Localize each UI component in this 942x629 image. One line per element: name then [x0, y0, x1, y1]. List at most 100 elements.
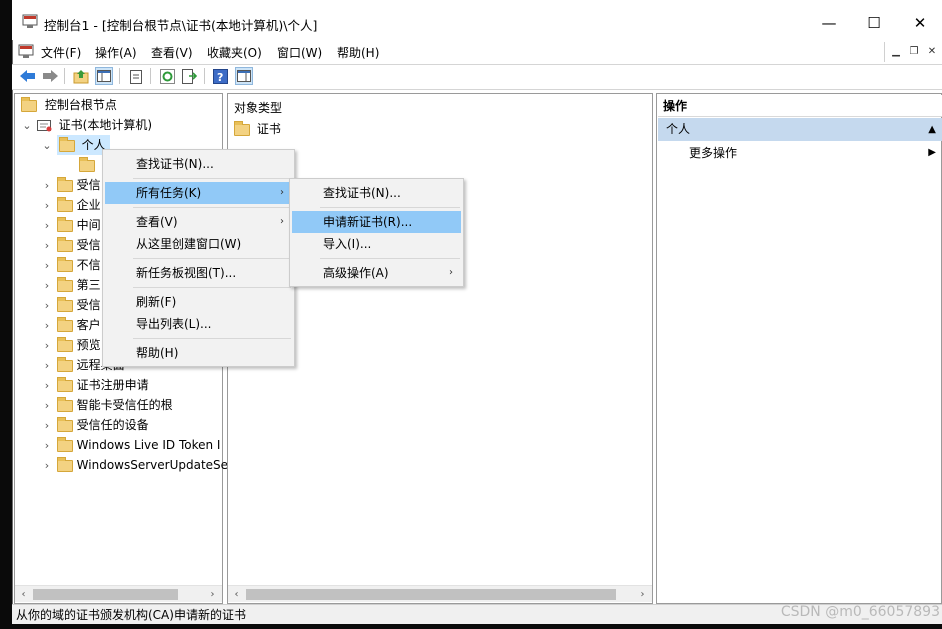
submenu-arrow-icon: › [280, 216, 284, 227]
folder-icon [56, 196, 73, 212]
menu-separator [133, 258, 291, 259]
action-section-personal[interactable]: 个人 ▲ [658, 118, 942, 141]
ctx-all-tasks[interactable]: 所有任务(K) › [105, 182, 292, 204]
chevron-right-icon[interactable]: › [41, 356, 53, 376]
sub-request-new-certificate[interactable]: 申请新证书(R)... [292, 211, 461, 233]
chevron-right-icon[interactable]: › [41, 456, 53, 476]
menu-divider [884, 42, 885, 62]
folder-icon [56, 396, 73, 412]
tree-item[interactable]: › 证书注册申请 [41, 375, 228, 395]
desktop-edge-bottom [0, 624, 942, 629]
menu-separator [320, 207, 460, 208]
ctx-refresh[interactable]: 刷新(F) [105, 291, 292, 313]
chevron-right-icon[interactable]: › [41, 196, 53, 216]
help-icon[interactable]: ? [211, 67, 229, 85]
tree-scrollbar[interactable]: ‹ › [15, 585, 222, 602]
chevron-down-icon[interactable]: ⌄ [41, 136, 53, 156]
export-list-icon[interactable] [180, 67, 198, 85]
back-arrow-icon[interactable] [19, 67, 37, 85]
ctx-new-window[interactable]: 从这里创建窗口(W) [105, 233, 292, 255]
chevron-right-icon[interactable]: › [41, 416, 53, 436]
certificate-store-icon [36, 119, 52, 131]
sub-import[interactable]: 导入(I)... [292, 233, 461, 255]
scroll-right-icon[interactable]: › [634, 586, 651, 603]
folder-icon [56, 456, 73, 472]
column-header[interactable]: 对象类型 [234, 99, 282, 116]
scrollbar-thumb[interactable] [33, 589, 178, 600]
clipboard-icon[interactable] [127, 67, 145, 85]
tree-cert-store[interactable]: ⌄ 证书(本地计算机) [21, 115, 152, 135]
chevron-right-icon[interactable]: › [41, 256, 53, 276]
show-action-pane-icon[interactable] [235, 67, 253, 85]
mmc-app-icon [22, 14, 38, 28]
list-item[interactable]: 证书 [234, 119, 281, 139]
tree-item-personal[interactable]: ⌄ 个人 [41, 135, 110, 155]
chevron-right-icon[interactable]: › [41, 296, 53, 316]
menu-window[interactable]: 窗口(W) [277, 44, 322, 61]
ctx-view[interactable]: 查看(V) › [105, 211, 292, 233]
menu-file[interactable]: 文件(F) [41, 44, 81, 61]
scroll-right-icon[interactable]: › [204, 586, 221, 603]
menu-favorites[interactable]: 收藏夹(O) [207, 44, 262, 61]
all-tasks-submenu: 查找证书(N)... 申请新证书(R)... 导入(I)... 高级操作(A) … [289, 178, 464, 287]
chevron-right-icon[interactable]: › [41, 276, 53, 296]
folder-icon [56, 216, 73, 232]
ctx-export-list[interactable]: 导出列表(L)... [105, 313, 292, 335]
menu-view[interactable]: 查看(V) [151, 44, 193, 61]
chevron-right-icon[interactable]: › [41, 216, 53, 236]
toolbar [12, 64, 942, 90]
refresh-icon[interactable] [158, 67, 176, 85]
menu-action[interactable]: 操作(A) [95, 44, 137, 61]
chevron-right-icon[interactable]: › [41, 376, 53, 396]
mdi-minimize-icon[interactable]: ▁ [888, 44, 904, 60]
minimize-button[interactable]: — [815, 10, 843, 36]
toolbar-separator [204, 68, 205, 84]
folder-icon [56, 256, 73, 272]
chevron-right-icon: ▶ [928, 147, 936, 158]
menu-separator [133, 178, 291, 179]
desktop-edge-left [0, 0, 12, 629]
console-menu-icon[interactable] [18, 44, 34, 59]
chevron-right-icon[interactable]: › [41, 236, 53, 256]
more-actions-item[interactable]: 更多操作 ▶ [658, 143, 942, 163]
mdi-restore-icon[interactable]: ❐ [906, 44, 922, 60]
folder-icon [56, 376, 73, 392]
ctx-find-certificates[interactable]: 查找证书(N)... [105, 153, 292, 175]
collapse-up-icon[interactable]: ▲ [928, 118, 936, 141]
sub-find-certificates[interactable]: 查找证书(N)... [292, 182, 461, 204]
up-folder-icon[interactable] [72, 67, 90, 85]
forward-arrow-icon[interactable] [41, 67, 59, 85]
action-pane-header: 操作 [658, 95, 942, 117]
scrollbar-thumb[interactable] [246, 589, 616, 600]
results-scrollbar[interactable]: ‹ › [228, 585, 652, 602]
scroll-left-icon[interactable]: ‹ [15, 586, 32, 603]
folder-icon [58, 136, 75, 152]
sub-advanced-operations[interactable]: 高级操作(A) › [292, 262, 461, 284]
tree-item[interactable]: › Windows Live ID Token I [41, 435, 228, 455]
chevron-right-icon[interactable]: › [41, 176, 53, 196]
action-pane [656, 93, 942, 604]
folder-icon [56, 416, 73, 432]
ctx-new-taskpad[interactable]: 新任务板视图(T)... [105, 262, 292, 284]
tree-item[interactable]: › WindowsServerUpdateSe [41, 455, 228, 475]
folder-icon [56, 296, 73, 312]
mdi-close-icon[interactable]: ✕ [924, 44, 940, 60]
toolbar-separator [150, 68, 151, 84]
scroll-left-icon[interactable]: ‹ [228, 586, 245, 603]
chevron-right-icon[interactable]: › [41, 316, 53, 336]
chevron-right-icon[interactable]: › [41, 396, 53, 416]
menu-help[interactable]: 帮助(H) [337, 44, 379, 61]
maximize-button[interactable]: ☐ [860, 10, 888, 36]
menu-separator [320, 258, 460, 259]
show-tree-icon[interactable] [95, 67, 113, 85]
toolbar-separator [119, 68, 120, 84]
tree-item[interactable]: › 受信任的设备 [41, 415, 228, 435]
chevron-down-icon[interactable]: ⌄ [21, 116, 33, 136]
tree-root[interactable]: 控制台根节点 [21, 95, 117, 115]
ctx-help[interactable]: 帮助(H) [105, 342, 292, 364]
chevron-right-icon[interactable]: › [41, 436, 53, 456]
tree-item[interactable]: › 智能卡受信任的根 [41, 395, 228, 415]
chevron-right-icon[interactable]: › [41, 336, 53, 356]
submenu-arrow-icon: › [280, 187, 284, 198]
close-button[interactable]: ✕ [906, 10, 934, 36]
